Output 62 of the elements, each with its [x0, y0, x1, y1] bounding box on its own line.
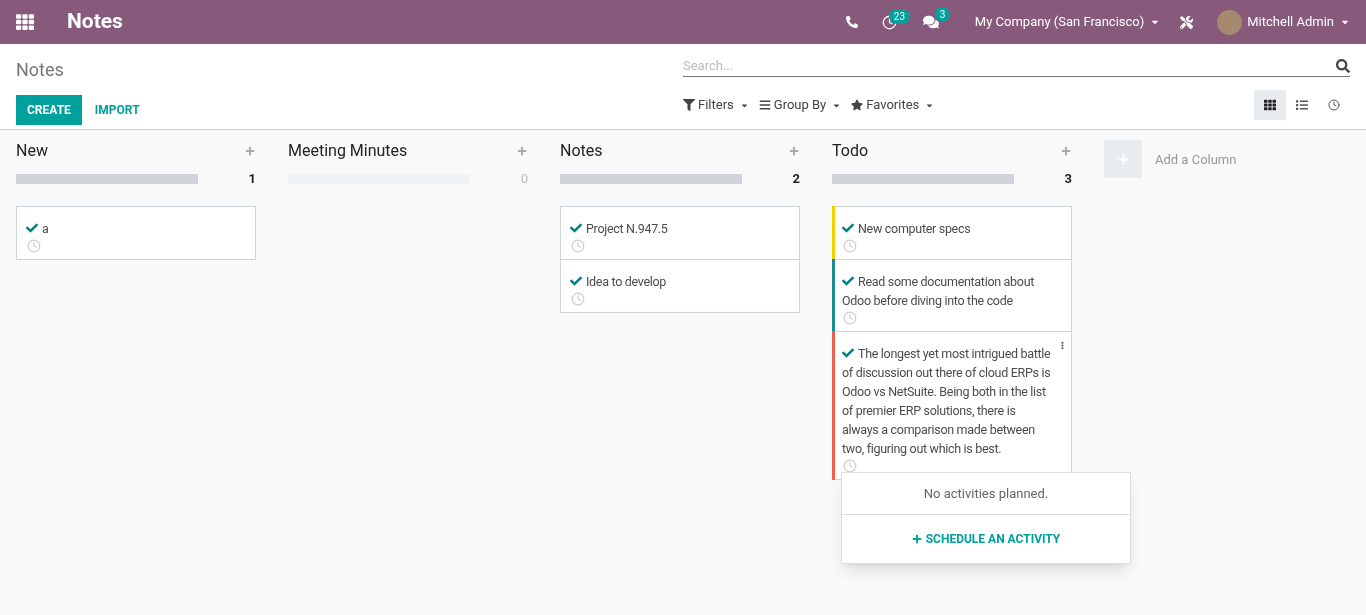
- filter-dropdown[interactable]: Group By: [758, 95, 842, 115]
- column-title: New: [16, 140, 48, 162]
- note-card[interactable]: [832, 331, 1072, 480]
- add-card-icon[interactable]: [1061, 146, 1071, 156]
- note-card[interactable]: Idea to develop: [560, 259, 800, 313]
- activity-clock-icon[interactable]: [843, 458, 857, 473]
- activity-clock-icon[interactable]: [843, 310, 857, 325]
- note-card[interactable]: Project N.947.5: [560, 205, 800, 260]
- search-icon[interactable]: [1336, 58, 1350, 73]
- search-field[interactable]: Search...: [683, 55, 1336, 76]
- filter-dropdown[interactable]: Filters: [683, 95, 749, 115]
- message-count-badge: 3: [934, 7, 951, 22]
- user-menu[interactable]: Mitchell Admin: [1247, 12, 1350, 32]
- add-card-icon[interactable]: [245, 146, 255, 156]
- activity-clock-icon[interactable]: [571, 291, 585, 306]
- check-icon: [842, 274, 854, 287]
- column-title: Meeting Minutes: [288, 140, 408, 162]
- note-text: a: [26, 218, 57, 238]
- company-switcher[interactable]: My Company (San Francisco): [974, 12, 1161, 32]
- clock-icon: [1328, 99, 1340, 111]
- activity-count-badge: 23: [888, 8, 911, 24]
- activity-clock-icon[interactable]: [843, 238, 857, 253]
- tools-icon[interactable]: [1180, 15, 1194, 29]
- plus-icon: [911, 534, 922, 544]
- check-icon: [842, 346, 854, 359]
- column-title: Notes: [560, 140, 603, 162]
- note-card[interactable]: a: [16, 205, 256, 260]
- filter-dropdown[interactable]: Favorites: [851, 95, 935, 115]
- popover-message: No activities planned.: [842, 472, 1130, 515]
- more-icon[interactable]: [1061, 339, 1064, 351]
- phone-icon[interactable]: [845, 16, 858, 28]
- view-switch-button[interactable]: [1254, 90, 1286, 120]
- add-card-icon[interactable]: [789, 146, 799, 156]
- note-text: Project N.947.5: [570, 218, 676, 238]
- activity-clock-icon[interactable]: [571, 238, 585, 253]
- activity-clock-icon[interactable]: [27, 238, 41, 253]
- filter-icon: [683, 99, 695, 111]
- note-text: Read some documentation about Odoo before diving into the code: [842, 272, 1036, 310]
- grid-icon: [1264, 99, 1276, 111]
- column-count: 3: [1064, 170, 1072, 188]
- column-count: 1: [248, 170, 256, 188]
- star-icon: [851, 99, 864, 111]
- note-text: The longest yet most intrigued battle of discussion out there of cloud ERPs is Odoo vs NetSuite. Being both in the list of premier ERP solutions, there is always a comparison made between two, figuring out which is best.: [842, 344, 1052, 458]
- column-count: 0: [520, 170, 528, 188]
- note-card[interactable]: New computer specs: [832, 205, 1072, 260]
- note-text: New computer specs: [842, 218, 979, 238]
- check-icon: [26, 221, 38, 234]
- check-icon: [570, 221, 582, 234]
- check-icon: [842, 221, 854, 234]
- add-card-icon[interactable]: [517, 146, 527, 156]
- list-icon: [1296, 99, 1308, 111]
- column-count: 2: [792, 170, 800, 188]
- note-text: Idea to develop: [570, 271, 675, 291]
- apps-menu-icon[interactable]: [16, 13, 34, 31]
- chat-icon[interactable]: [922, 14, 939, 30]
- app-title: Notes: [67, 8, 123, 36]
- column-title: Todo: [832, 140, 869, 162]
- avatar[interactable]: [1217, 9, 1243, 35]
- check-icon: [570, 274, 582, 287]
- menu-icon: [758, 99, 771, 111]
- breadcrumb: Notes: [16, 58, 65, 82]
- note-card[interactable]: Read some documentation about Odoo before diving into the code: [832, 259, 1072, 332]
